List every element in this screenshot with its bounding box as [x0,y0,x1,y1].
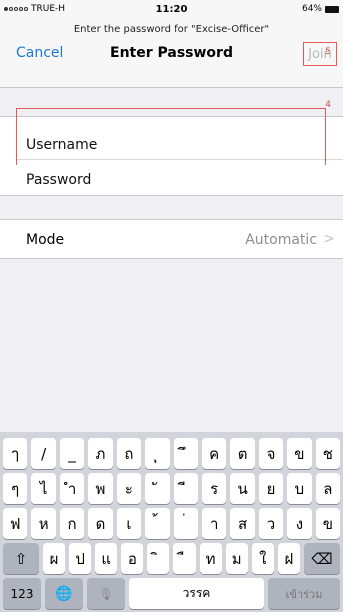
key[interactable]: พ [88,473,113,504]
key[interactable]: ๅ [3,438,28,469]
key[interactable]: _ [59,438,85,469]
keyboard-row-2: ๆไำพะัีรนยบล [3,473,341,504]
key[interactable]: ก [59,508,85,539]
battery-percent: 64% [301,4,322,14]
key[interactable]: ย [258,473,284,504]
key[interactable]: ข [287,438,312,469]
mode-label: Mode [26,232,65,248]
key[interactable]: ื [173,543,196,574]
keyboard-bottom-row: 123 🌐 🎙 วรรค เข้าร่วม [3,578,340,609]
key[interactable]: ไ [31,473,56,504]
thai-keyboard: ๅ/_ภถุึคตจขช ๆไำพะัีรนยบล ฟหกดเ้่าสวงข ⇧… [0,432,343,612]
key[interactable]: ล [315,473,341,504]
key[interactable]: ช [315,438,341,469]
key[interactable]: ข [315,508,341,539]
key[interactable]: ึ [173,438,198,469]
key[interactable]: ฝ [277,543,300,574]
key[interactable]: ม [225,543,248,574]
annotation-highlight-box [16,108,326,165]
key[interactable]: แ [95,543,118,574]
password-label: Password [26,171,92,188]
space-key[interactable]: วรรค [129,578,264,609]
shift-key[interactable]: ⇧ [3,543,39,574]
key[interactable]: ส [230,508,255,539]
key[interactable]: ป [69,543,92,574]
keyboard-row-4: ⇧ ผปแอิืทมใฝ⌫ [3,543,340,574]
key[interactable]: ใ [251,543,274,574]
key[interactable]: ้ [145,508,170,539]
status-time: 11:20 [155,4,188,15]
mode-row[interactable]: Mode Automatic > [0,219,343,259]
page-title: Enter Password [110,45,233,61]
key[interactable]: ะ [116,473,142,504]
key[interactable]: ถ [116,438,142,469]
microphone-icon[interactable]: 🎙 [87,578,125,609]
key[interactable]: ั [145,473,170,504]
key[interactable]: ่ [173,508,198,539]
key[interactable]: ต [230,438,255,469]
key[interactable]: อ [121,543,144,574]
join-key[interactable]: เข้าร่วม [268,578,340,609]
mode-value: Automatic [245,232,317,248]
key[interactable]: ด [88,508,113,539]
password-field[interactable]: Password [16,159,343,199]
key[interactable]: จ [258,438,284,469]
delete-key[interactable]: ⌫ [303,543,340,574]
key[interactable]: ิ [147,543,170,574]
status-right: 64% [302,4,339,14]
key[interactable]: บ [287,473,312,504]
nav-header: Enter the password for "Excise-Officer" … [0,18,343,88]
key[interactable]: ภ [88,438,113,469]
battery-icon [325,5,339,13]
key[interactable]: ค [201,438,227,469]
key[interactable]: ร [201,473,227,504]
key[interactable]: ง [287,508,312,539]
key[interactable]: น [230,473,255,504]
key[interactable]: เ [116,508,142,539]
password-prompt: Enter the password for "Excise-Officer" [73,24,270,35]
key[interactable]: ห [31,508,56,539]
key[interactable]: า [201,508,227,539]
keyboard-row-1: ๅ/_ภถุึคตจขช [3,438,341,469]
key[interactable]: ฟ [3,508,28,539]
globe-icon[interactable]: 🌐 [45,578,83,609]
key[interactable]: ุ [145,438,170,469]
join-button[interactable]: Join [303,42,337,66]
key[interactable]: / [31,438,56,469]
key[interactable]: ๆ [3,473,28,504]
chevron-right-icon: > [323,231,335,247]
key[interactable]: ี [173,473,198,504]
annotation-credentials-number: 4 [325,100,331,110]
status-bar: TRUE-H 11:20 64% [0,0,343,18]
key[interactable]: ำ [59,473,85,504]
numbers-key[interactable]: 123 [3,578,41,609]
keyboard-row-3: ฟหกดเ้่าสวงข [3,508,341,539]
key[interactable]: ท [199,543,222,574]
key[interactable]: ว [258,508,284,539]
key[interactable]: ผ [43,543,66,574]
